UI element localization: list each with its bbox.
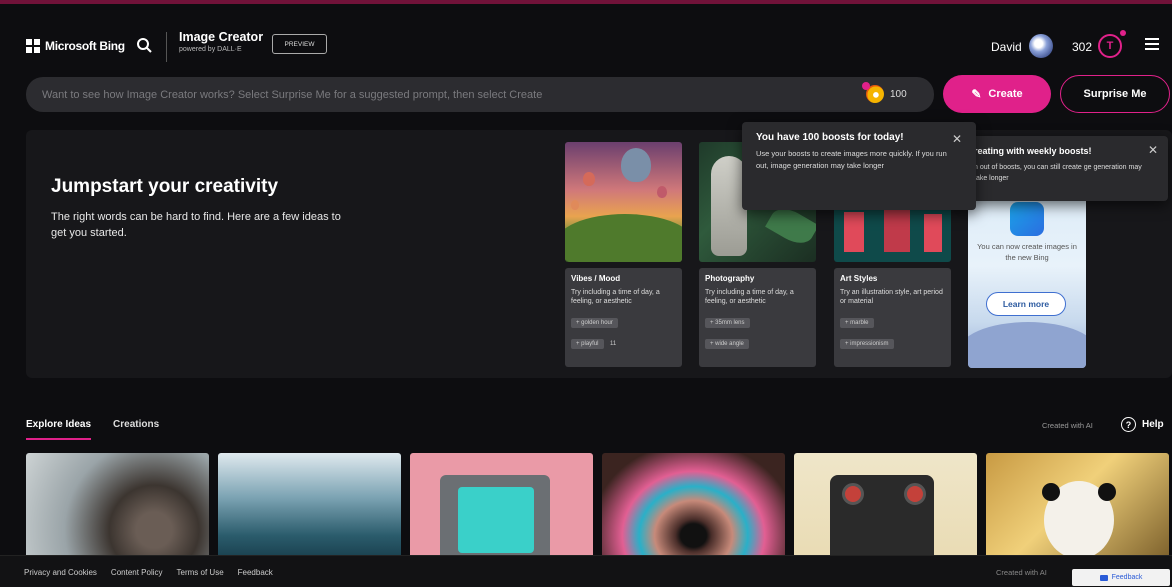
prompt-bar: 100 [26, 77, 934, 112]
tab-creations[interactable]: Creations [113, 419, 159, 440]
gallery-image[interactable] [218, 453, 401, 563]
promo-text: You can now create images in the new Bin… [977, 242, 1077, 262]
chip-playful[interactable]: + playful [571, 339, 604, 349]
gallery-image[interactable] [602, 453, 785, 563]
boost-indicator[interactable]: 100 [862, 82, 907, 103]
gallery-image[interactable] [26, 453, 209, 563]
app-title: Image Creator [179, 30, 264, 44]
feedback-button[interactable]: Feedback [1072, 569, 1170, 586]
feedback-icon [1099, 574, 1108, 581]
help-icon: ? [1121, 417, 1136, 432]
footer: Privacy and Cookies Content Policy Terms… [0, 555, 1172, 587]
app-subtitle: powered by DALL·E [179, 46, 242, 53]
tab-explore-ideas[interactable]: Explore Ideas [26, 419, 92, 440]
chip-35mm-lens[interactable]: + 35mm lens [705, 318, 750, 328]
microsoft-logo-icon [26, 39, 40, 53]
card-description: Try an illustration style, art period or… [840, 289, 943, 305]
card-body: Art Styles Try an illustration style, ar… [834, 268, 951, 367]
card-body: Photography Try including a time of day,… [699, 268, 816, 367]
footer-link-terms[interactable]: Terms of Use [177, 568, 224, 577]
chip-extra: 11 [609, 341, 617, 347]
learn-more-button[interactable]: Learn more [986, 292, 1066, 316]
card-title: Vibes / Mood [571, 274, 621, 283]
close-icon[interactable]: ✕ [952, 132, 962, 146]
help-link[interactable]: ? Help [1121, 417, 1164, 432]
avatar[interactable] [1029, 34, 1053, 58]
chip-wide-angle[interactable]: + wide angle [705, 339, 749, 349]
help-label: Help [1142, 419, 1164, 430]
rewards-trophy-icon[interactable]: T [1098, 34, 1122, 58]
header: Microsoft Bing Image Creator powered by … [0, 4, 1172, 76]
hero-description: The right words can be hard to find. Her… [51, 211, 341, 239]
footer-link-content-policy[interactable]: Content Policy [111, 568, 163, 577]
card-title: Art Styles [840, 274, 878, 283]
card-title: Photography [705, 274, 755, 283]
gallery-image[interactable] [794, 453, 977, 563]
feedback-label: Feedback [1111, 574, 1143, 581]
chip-impressionism[interactable]: + impressionism [840, 339, 894, 349]
tooltip-title: reating with weekly boosts! [974, 146, 1092, 156]
preview-badge: PREVIEW [272, 34, 327, 54]
chip-golden-hour[interactable]: + golden hour [571, 318, 618, 328]
header-divider [166, 32, 167, 62]
close-icon[interactable]: ✕ [1148, 143, 1158, 157]
chip-marble[interactable]: + marble [840, 318, 874, 328]
prompt-input[interactable] [42, 77, 842, 112]
explore-tabs: Explore Ideas Creations [26, 419, 159, 440]
tooltip-title: You have 100 boosts for today! [756, 132, 904, 143]
brand-name: Microsoft Bing [45, 39, 125, 53]
tooltip-description: n out of boosts, you can still create ge… [974, 164, 1142, 182]
card-body: Vibes / Mood Try including a time of day… [565, 268, 682, 367]
footer-link-feedback[interactable]: Feedback [238, 568, 273, 577]
microsoft-bing-logo[interactable]: Microsoft Bing [26, 39, 125, 53]
card-description: Try including a time of day, a feeling, … [705, 289, 794, 305]
surprise-me-button[interactable]: Surprise Me [1060, 75, 1170, 113]
reward-count[interactable]: 302 [1072, 40, 1092, 54]
idea-card-vibes[interactable]: Vibes / Mood Try including a time of day… [565, 142, 682, 367]
search-icon[interactable] [133, 34, 157, 58]
create-sparkle-icon: ✎ [971, 87, 982, 101]
vibes-image [565, 142, 682, 262]
boosts-tooltip: You have 100 boosts for today! Use your … [742, 122, 976, 210]
notification-dot [1120, 30, 1126, 36]
create-button[interactable]: ✎ Create [943, 75, 1051, 113]
boost-coin-icon [862, 82, 884, 103]
footer-links: Privacy and Cookies Content Policy Terms… [24, 568, 273, 577]
card-description: Try including a time of day, a feeling, … [571, 289, 660, 305]
hero-title: Jumpstart your creativity [51, 176, 279, 197]
user-name[interactable]: David [991, 40, 1022, 54]
gallery-image[interactable] [986, 453, 1169, 563]
created-with-ai-label: Created with AI [1042, 421, 1093, 430]
gallery-image[interactable] [410, 453, 593, 563]
bing-logo-icon [1010, 202, 1044, 236]
create-label: Create [988, 88, 1023, 100]
hamburger-menu-icon[interactable] [1145, 38, 1159, 50]
footer-link-privacy[interactable]: Privacy and Cookies [24, 568, 97, 577]
image-creator-title[interactable]: Image Creator powered by DALL·E [179, 30, 263, 53]
footer-created-with-ai: Created with AI [996, 568, 1047, 577]
explore-gallery [26, 453, 1169, 563]
tooltip-description: Use your boosts to create images more qu… [756, 149, 947, 170]
boost-count: 100 [890, 88, 907, 100]
weekly-boosts-tooltip: reating with weekly boosts! n out of boo… [968, 136, 1168, 201]
